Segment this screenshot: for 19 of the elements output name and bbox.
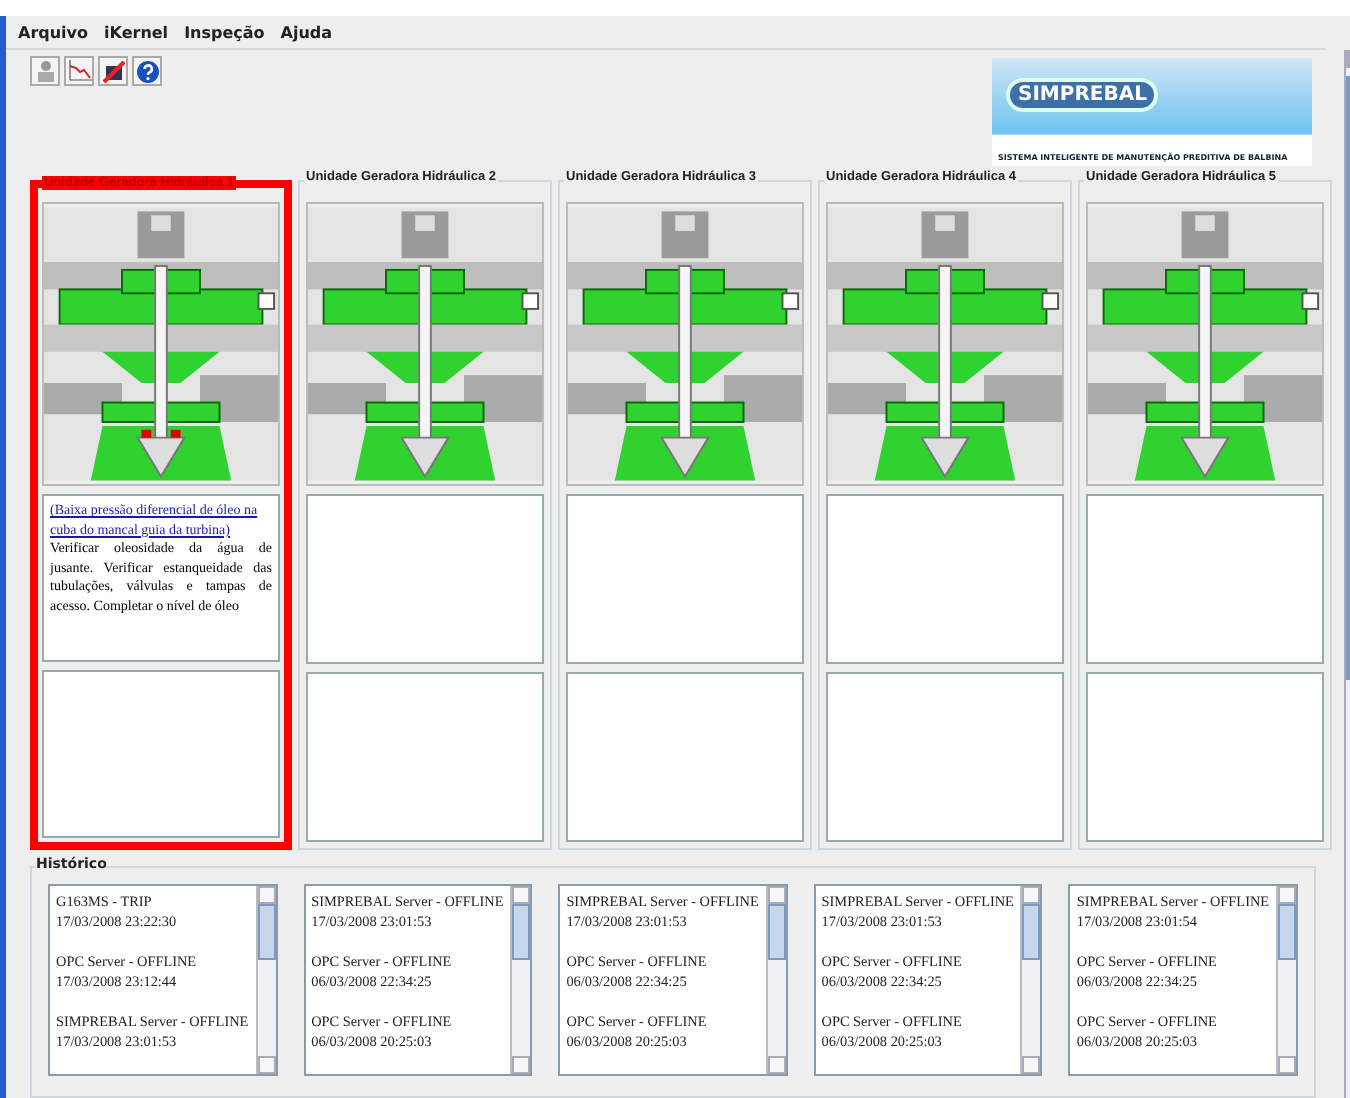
- menu-item[interactable]: Arquivo: [18, 23, 89, 41]
- scrollbar[interactable]: [1275, 886, 1296, 1074]
- chart-tool-button[interactable]: [64, 56, 94, 86]
- menu-item[interactable]: Ajuda: [280, 23, 333, 41]
- menu-item[interactable]: iKernel: [104, 23, 169, 41]
- scrollbar[interactable]: [510, 886, 531, 1074]
- window-scrollbar[interactable]: [1344, 50, 1350, 1098]
- scrollbar[interactable]: [255, 886, 276, 1074]
- help-icon: [135, 59, 159, 83]
- help-button[interactable]: [132, 56, 162, 86]
- scrollbar[interactable]: [1020, 886, 1041, 1074]
- person-icon: [35, 60, 55, 82]
- disconnect-tool-button[interactable]: [98, 56, 128, 86]
- crossed-device-icon: [101, 59, 125, 83]
- scrollbar[interactable]: [765, 886, 786, 1074]
- menu-item[interactable]: Inspeção: [184, 23, 265, 41]
- user-tool-button[interactable]: [30, 56, 60, 86]
- line-chart-icon: [67, 60, 91, 82]
- logo-name: SIMPREBAL: [1006, 78, 1159, 112]
